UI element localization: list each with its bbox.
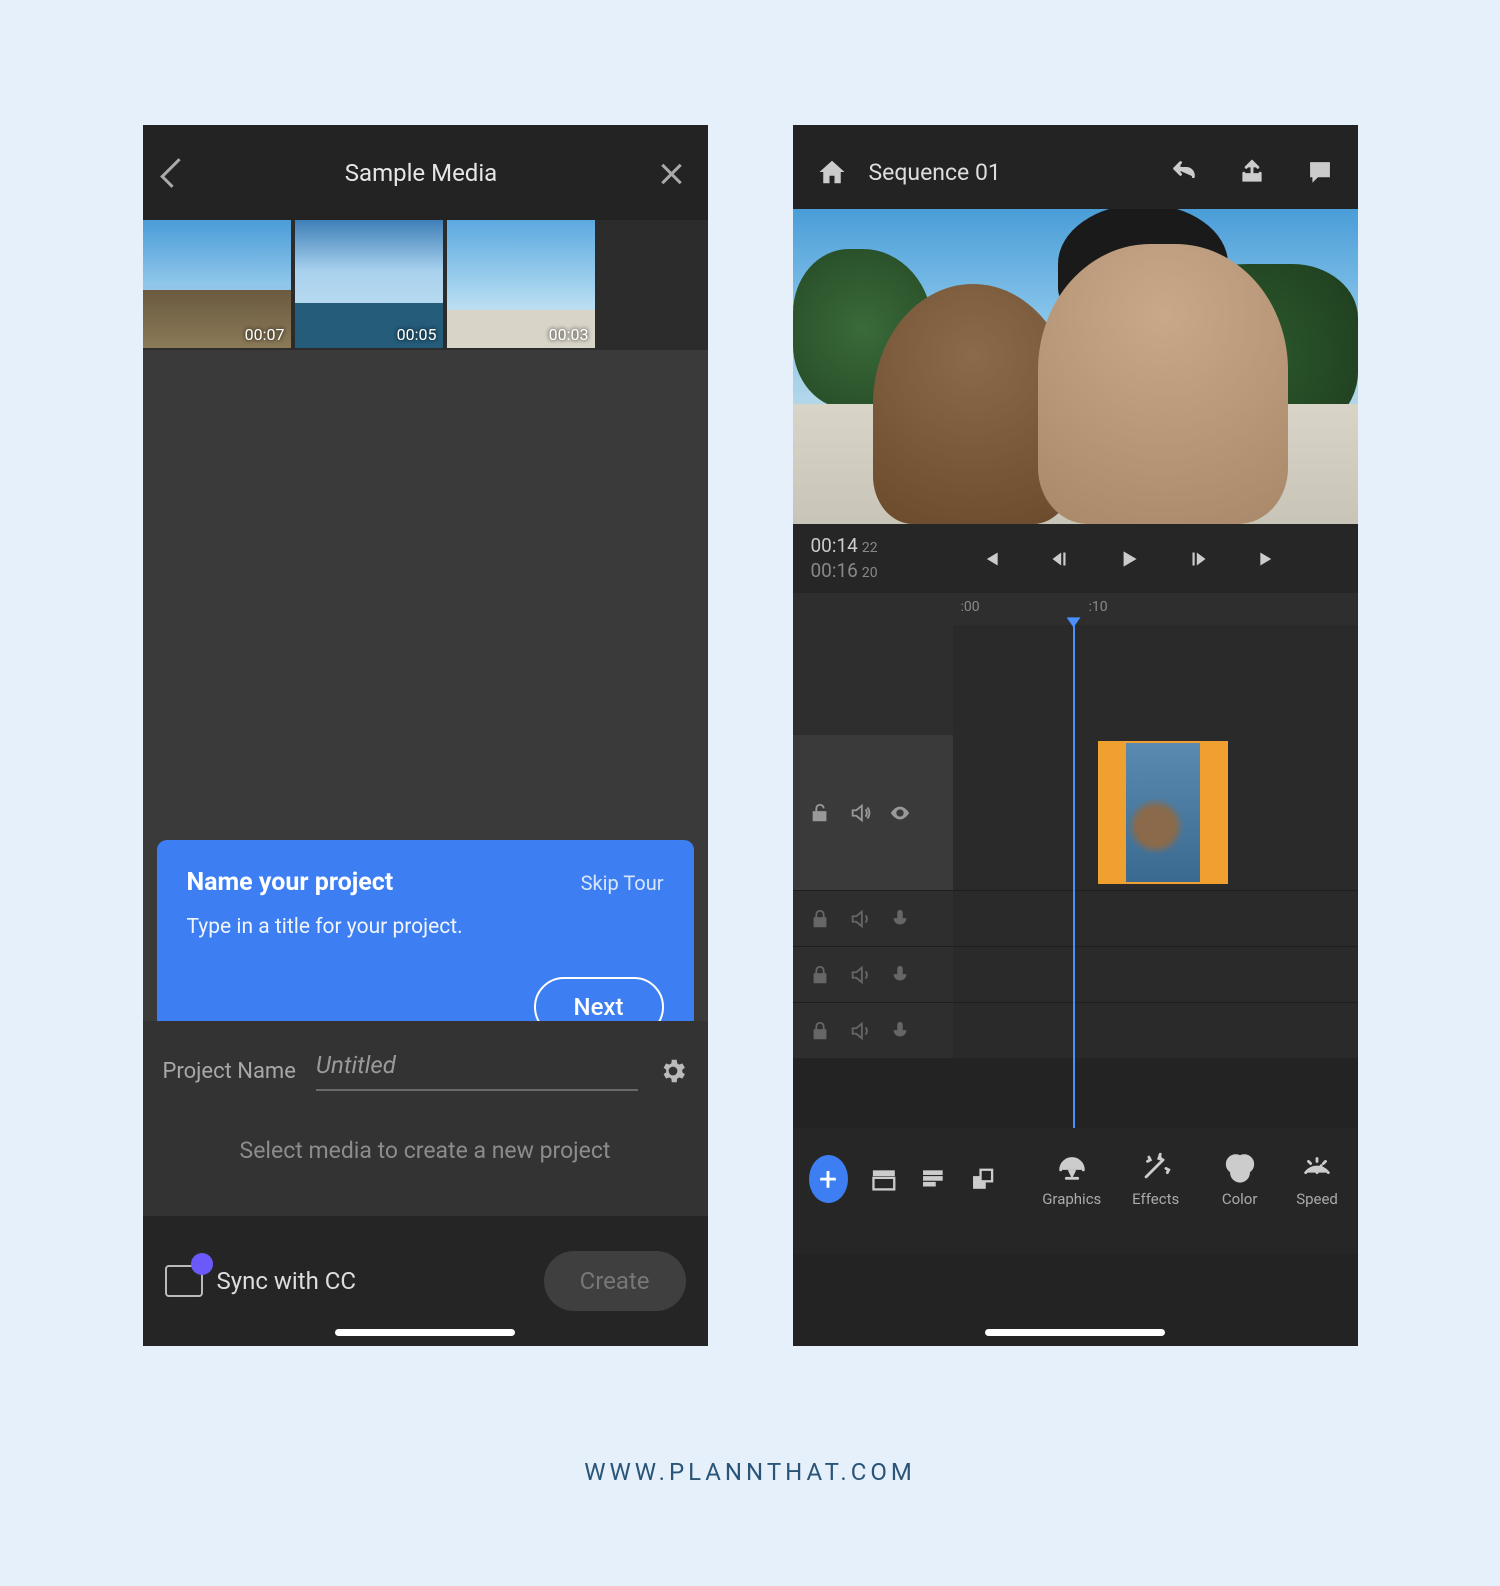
comment-icon[interactable] xyxy=(1306,158,1334,186)
project-name-input[interactable]: Untitled xyxy=(316,1051,638,1091)
tooltip-body: Type in a title for your project. xyxy=(187,915,664,939)
left-footer: Sync with CC Create xyxy=(143,1216,708,1346)
mic-icon[interactable] xyxy=(889,964,911,986)
timeline[interactable] xyxy=(793,625,1358,1128)
project-name-area: Project Name Untitled Select media to cr… xyxy=(143,1021,708,1216)
phone-left: Sample Media 00:07 00:05 00:03 Name your… xyxy=(143,125,708,1346)
select-media-message: Select media to create a new project xyxy=(143,1101,708,1216)
speed-icon xyxy=(1300,1150,1334,1184)
lock-icon[interactable] xyxy=(809,1020,831,1042)
mic-icon[interactable] xyxy=(889,908,911,930)
add-button[interactable]: + xyxy=(809,1155,848,1203)
lock-icon[interactable] xyxy=(809,964,831,986)
speed-tool[interactable]: Speed xyxy=(1293,1150,1342,1208)
sequence-title: Sequence 01 xyxy=(869,159,1148,186)
close-icon[interactable] xyxy=(659,161,683,185)
sync-cc-toggle[interactable]: Sync with CC xyxy=(165,1265,357,1297)
audio-track-1[interactable] xyxy=(793,890,1358,946)
media-thumbnail[interactable]: 00:03 xyxy=(447,220,595,348)
goto-start-icon[interactable] xyxy=(976,546,1002,572)
mute-icon[interactable] xyxy=(849,964,871,986)
left-body: Name your project Skip Tour Type in a ti… xyxy=(143,350,708,1216)
skip-tour-link[interactable]: Skip Tour xyxy=(581,871,664,895)
color-icon xyxy=(1223,1150,1257,1184)
clip-duration: 00:03 xyxy=(549,325,589,344)
home-icon[interactable] xyxy=(817,157,847,187)
undo-icon[interactable] xyxy=(1170,158,1198,186)
video-preview[interactable] xyxy=(793,209,1358,524)
mute-icon[interactable] xyxy=(849,802,871,824)
project-panel-icon[interactable] xyxy=(870,1162,898,1196)
edit-panel-icon[interactable] xyxy=(919,1162,947,1196)
media-thumbnail-row: 00:07 00:05 00:03 xyxy=(143,220,708,350)
playhead[interactable] xyxy=(1073,625,1075,1128)
unlock-icon[interactable] xyxy=(809,802,831,824)
mic-icon[interactable] xyxy=(889,1020,911,1042)
lock-icon[interactable] xyxy=(809,908,831,930)
step-back-icon[interactable] xyxy=(1046,546,1072,572)
video-track[interactable] xyxy=(793,735,1358,890)
clip-duration: 00:07 xyxy=(245,325,285,344)
goto-end-icon[interactable] xyxy=(1256,546,1282,572)
play-icon[interactable] xyxy=(1116,546,1142,572)
clip-handle-right[interactable] xyxy=(1200,743,1226,882)
media-thumbnail[interactable]: 00:07 xyxy=(143,220,291,348)
media-thumbnail[interactable]: 00:05 xyxy=(295,220,443,348)
audio-track-3[interactable] xyxy=(793,1002,1358,1058)
step-forward-icon[interactable] xyxy=(1186,546,1212,572)
creative-cloud-icon xyxy=(165,1265,203,1297)
audio-track-2[interactable] xyxy=(793,946,1358,1002)
right-header: Sequence 01 xyxy=(793,125,1358,209)
visibility-icon[interactable] xyxy=(889,802,911,824)
screen-title: Sample Media xyxy=(345,159,497,187)
create-button[interactable]: Create xyxy=(544,1251,686,1311)
phone-right: Sequence 01 00:1422 00:1620 xyxy=(793,125,1358,1346)
home-indicator xyxy=(335,1329,515,1336)
mute-icon[interactable] xyxy=(849,908,871,930)
graphics-tool[interactable]: Graphics xyxy=(1041,1150,1103,1208)
layers-icon[interactable] xyxy=(969,1162,997,1196)
playback-bar: 00:1422 00:1620 xyxy=(793,524,1358,593)
effects-icon xyxy=(1139,1150,1173,1184)
project-name-label: Project Name xyxy=(163,1059,296,1084)
clip-handle-left[interactable] xyxy=(1100,743,1126,882)
mute-icon[interactable] xyxy=(849,1020,871,1042)
timecodes: 00:1422 00:1620 xyxy=(811,534,878,583)
bottom-toolbar: + Graphics Effects Color Speed xyxy=(793,1128,1358,1254)
play-controls xyxy=(918,546,1340,572)
share-icon[interactable] xyxy=(1238,158,1266,186)
color-tool[interactable]: Color xyxy=(1209,1150,1271,1208)
clip-duration: 00:05 xyxy=(397,325,437,344)
settings-icon[interactable] xyxy=(658,1056,688,1086)
home-indicator xyxy=(985,1329,1165,1336)
tooltip-title: Name your project xyxy=(187,868,394,897)
left-header: Sample Media xyxy=(143,125,708,220)
sync-cc-label: Sync with CC xyxy=(217,1267,357,1295)
timeline-clip[interactable] xyxy=(1098,741,1228,884)
graphics-icon xyxy=(1055,1150,1089,1184)
footer-url: WWW.PLANNTHAT.COM xyxy=(0,1458,1500,1486)
effects-tool[interactable]: Effects xyxy=(1125,1150,1187,1208)
back-icon[interactable] xyxy=(160,158,190,188)
